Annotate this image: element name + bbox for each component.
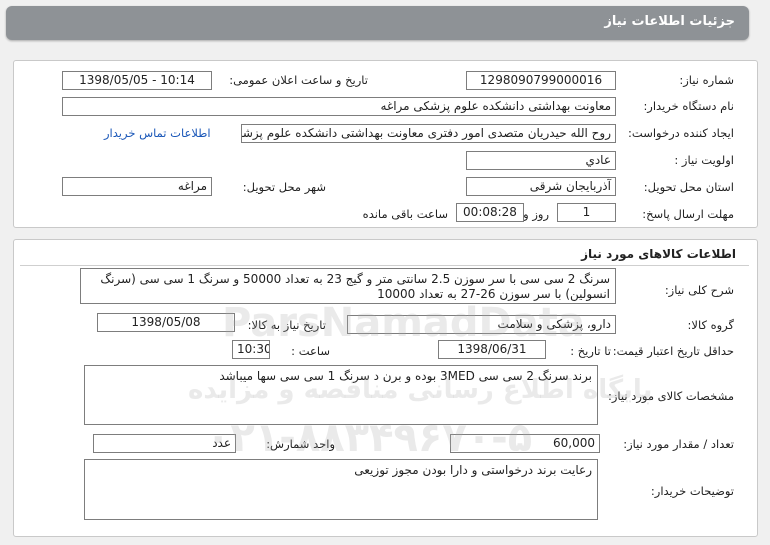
notes-field: رعایت برند درخواستی و دارا بودن مجوز توز… — [84, 459, 598, 520]
time-field: 10:30 — [232, 340, 270, 359]
city-field: مراغه — [62, 177, 212, 196]
city-label: شهر محل تحویل: — [242, 180, 326, 194]
need-number-label: شماره نیاز: — [679, 73, 734, 87]
need-number-field: 1298090799000016 — [466, 71, 616, 90]
page-header: جزئیات اطلاعات نیاز — [6, 6, 749, 40]
specs-label: مشخصات کالای مورد نیاز: — [607, 389, 734, 403]
province-label: استان محل تحویل: — [643, 180, 734, 194]
need-date-label: تاریخ نیاز به کالا: — [247, 318, 326, 332]
deadline-label: مهلت ارسال پاسخ: — [642, 207, 734, 221]
group-label: گروه کالا: — [687, 318, 734, 332]
deadline-days-field: 1 — [557, 203, 616, 222]
province-field: آذربایجان شرقی — [466, 177, 616, 196]
qty-field: 60,000 — [450, 434, 600, 453]
buyer-contact-link[interactable]: اطلاعات تماس خریدار — [104, 126, 211, 140]
announce-field: 1398/05/05 - 10:14 — [62, 71, 212, 90]
validity-label: حداقل تاریخ اعتبار قیمت: — [612, 344, 734, 358]
buyer-label: نام دستگاه خریدار: — [643, 99, 734, 113]
notes-text: رعایت برند درخواستی و دارا بودن مجوز توز… — [354, 463, 592, 477]
specs-text: برند سرنگ 2 سی سی 3MED بوده و برن د سرنگ… — [219, 369, 592, 383]
deadline-time-field: 00:08:28 — [456, 203, 524, 222]
days-word: روز و — [523, 207, 549, 221]
unit-label: واحد شمارش: — [266, 437, 335, 451]
goods-section-title: اطلاعات کالاهای مورد نیاز — [581, 247, 736, 261]
until-date-label: تا تاریخ : — [570, 344, 611, 358]
remaining-word: ساعت باقی مانده — [362, 207, 448, 221]
summary-label: شرح کلی نیاز: — [664, 283, 734, 297]
unit-field: عدد — [93, 434, 236, 453]
until-date-field: 1398/06/31 — [438, 340, 546, 359]
priority-label: اولویت نیاز : — [674, 153, 734, 167]
creator-field: روح الله حیدریان متصدی امور دفتری معاونت… — [241, 124, 616, 143]
notes-label: توضیحات خریدار: — [650, 484, 734, 498]
buyer-field: معاونت بهداشتی دانشکده علوم پزشکی مراغه — [62, 97, 616, 116]
announce-label: تاریخ و ساعت اعلان عمومی: — [229, 73, 368, 87]
summary-text: سرنگ 2 سی سی با سر سوزن 2.5 سانتی متر و … — [100, 272, 610, 301]
qty-label: تعداد / مقدار مورد نیاز: — [623, 437, 734, 451]
specs-field: برند سرنگ 2 سی سی 3MED بوده و برن د سرنگ… — [84, 365, 598, 425]
time-label: ساعت : — [291, 344, 330, 358]
need-date-field: 1398/05/08 — [97, 313, 235, 332]
creator-label: ایجاد کننده درخواست: — [628, 126, 734, 140]
summary-field: سرنگ 2 سی سی با سر سوزن 2.5 سانتی متر و … — [80, 268, 616, 304]
priority-field: عادي — [466, 151, 616, 170]
goods-section-divider — [20, 265, 749, 266]
page-title: جزئیات اطلاعات نیاز — [604, 14, 735, 29]
group-field: دارو، پزشکی و سلامت — [347, 315, 616, 334]
